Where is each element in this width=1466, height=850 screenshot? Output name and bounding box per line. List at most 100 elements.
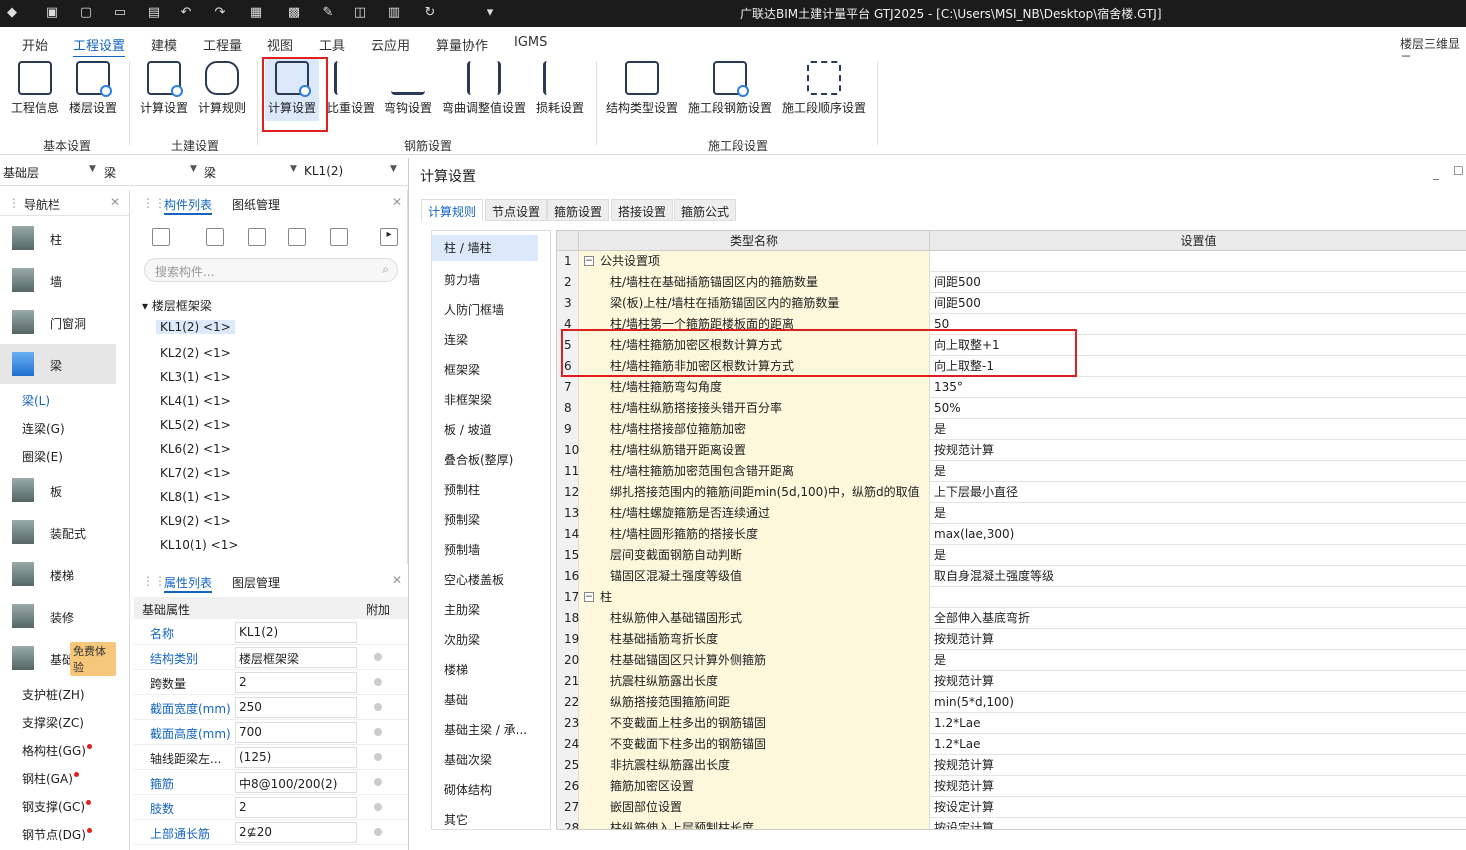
delete-icon[interactable] xyxy=(248,228,266,246)
bend-adjust-button[interactable]: 弯曲调整值设置 xyxy=(441,59,527,121)
table-row[interactable]: 1 公共设置项 − xyxy=(557,251,1466,272)
category-item[interactable]: 人防门框墙 xyxy=(444,301,504,318)
tree-item[interactable]: KL5(2) <1> xyxy=(160,418,231,432)
property-value[interactable]: 中8@100/200(2) xyxy=(235,772,357,793)
category-item[interactable]: 楼梯 xyxy=(444,661,468,678)
category-item[interactable]: 预制墙 xyxy=(444,541,480,558)
nav-decoration[interactable]: 装修 xyxy=(0,596,116,636)
row-value[interactable] xyxy=(930,587,1466,608)
attach-radio[interactable] xyxy=(374,678,382,686)
table-row[interactable]: 17 柱 − xyxy=(557,587,1466,608)
free-trial-badge[interactable]: 免费体验 xyxy=(70,642,116,676)
table-row[interactable]: 2 柱/墙柱在基础插筋锚固区内的箍筋数量 间距500 xyxy=(557,272,1466,293)
loss-settings-button[interactable]: 损耗设置 xyxy=(534,59,586,121)
attach-radio[interactable] xyxy=(374,703,382,711)
tab-stirrup-formula[interactable]: 箍筋公式 xyxy=(674,199,737,221)
type-select[interactable]: 梁 ▼ xyxy=(104,164,200,181)
open-icon[interactable]: ▭ xyxy=(112,5,128,21)
app-logo-icon[interactable]: ◆ xyxy=(4,5,20,21)
property-value[interactable]: 250 xyxy=(235,697,357,718)
row-value[interactable]: 全部伸入基底弯折 xyxy=(930,608,1466,629)
floor-select[interactable]: 基础层 ▼ xyxy=(3,164,99,181)
nav-sub-ga[interactable]: 钢柱(GA) xyxy=(22,770,79,787)
subtype-select[interactable]: 梁 ▼ xyxy=(204,164,300,181)
row-value[interactable]: 按设定计算 xyxy=(930,797,1466,818)
menu-igms[interactable]: IGMS xyxy=(514,35,547,50)
tree-group[interactable]: ▾ 楼层框架梁 xyxy=(142,297,212,314)
attach-radio[interactable] xyxy=(374,728,382,736)
hook-settings-button[interactable]: 弯钩设置 xyxy=(383,59,433,121)
minimize-icon[interactable]: _ xyxy=(1433,166,1439,180)
nav-column[interactable]: 柱 xyxy=(0,218,116,258)
nav-wall[interactable]: 墙 xyxy=(0,260,116,300)
edit-icon[interactable]: ✎ xyxy=(320,5,336,21)
collapse-toggle-icon[interactable]: − xyxy=(584,592,594,602)
more-icon[interactable]: ▾ xyxy=(482,5,498,21)
menu-collab[interactable]: 算量协作 xyxy=(436,35,488,54)
table-row[interactable]: 25 非抗震柱纵筋露出长度 按规范计算 xyxy=(557,755,1466,776)
category-item[interactable]: 砌体结构 xyxy=(444,781,492,798)
menu-modeling[interactable]: 建模 xyxy=(151,35,177,54)
close-icon[interactable]: ✕ xyxy=(392,195,402,209)
section-rebar-button[interactable]: 施工段钢筋设置 xyxy=(686,59,774,121)
weight-settings-button[interactable]: 比重设置 xyxy=(327,59,375,121)
row-value[interactable]: 按规范计算 xyxy=(930,776,1466,797)
grid-icon[interactable]: ▦ xyxy=(248,5,264,21)
component-select[interactable]: KL1(2) ▼ xyxy=(304,164,400,178)
row-value[interactable]: 1.2*Lae xyxy=(930,713,1466,734)
nav-stairs[interactable]: 楼梯 xyxy=(0,554,116,594)
row-value[interactable]: 按规范计算 xyxy=(930,755,1466,776)
new-icon[interactable]: ▢ xyxy=(78,5,94,21)
tab-drawing-manage[interactable]: 图纸管理 xyxy=(232,196,280,213)
row-value[interactable]: 是 xyxy=(930,461,1466,482)
category-item[interactable]: 基础主梁 / 承... xyxy=(444,721,527,738)
close-icon[interactable]: ✕ xyxy=(392,573,402,587)
table-row[interactable]: 9 柱/墙柱搭接部位箍筋加密是 xyxy=(557,419,1466,440)
layer-copy-icon[interactable] xyxy=(330,228,348,246)
nav-slab[interactable]: 板 xyxy=(0,470,116,510)
tree-item[interactable]: KL3(1) <1> xyxy=(160,370,231,384)
tab-node-settings[interactable]: 节点设置 xyxy=(485,199,548,221)
row-value[interactable]: 是 xyxy=(930,650,1466,671)
row-value[interactable]: 取自身混凝土强度等级 xyxy=(930,566,1466,587)
nav-beam[interactable]: 梁 xyxy=(0,344,116,384)
table-icon[interactable]: ▩ xyxy=(286,5,302,21)
tab-stirrup-settings[interactable]: 箍筋设置 xyxy=(547,199,610,221)
nav-sub-gc[interactable]: 钢支撑(GC) xyxy=(22,798,92,815)
table-row[interactable]: 24 不变截面下柱多出的钢筋锚固 1.2*Lae xyxy=(557,734,1466,755)
property-value[interactable]: 2 xyxy=(235,672,357,693)
category-item[interactable]: 基础次梁 xyxy=(444,751,492,768)
tab-lap-settings[interactable]: 搭接设置 xyxy=(611,199,674,221)
row-value[interactable]: 间距500 xyxy=(930,272,1466,293)
category-item[interactable]: 剪力墙 xyxy=(444,271,480,288)
tree-item[interactable]: KL7(2) <1> xyxy=(160,466,231,480)
copy-icon[interactable] xyxy=(206,228,224,246)
property-value[interactable]: 2 xyxy=(235,797,357,818)
property-value[interactable]: 2⊈20 xyxy=(235,822,357,843)
category-item[interactable]: 空心楼盖板 xyxy=(444,571,504,588)
expand-icon[interactable]: ▸ xyxy=(380,228,398,246)
attach-radio[interactable] xyxy=(374,753,382,761)
category-item[interactable]: 框架梁 xyxy=(444,361,480,378)
table-row[interactable]: 19 柱基础插筋弯折长度 按规范计算 xyxy=(557,629,1466,650)
table-row[interactable]: 22 纵筋搭接范围箍筋间距 min(5*d,100) xyxy=(557,692,1466,713)
project-info-button[interactable]: 工程信息 xyxy=(8,59,62,121)
row-value[interactable]: 是 xyxy=(930,419,1466,440)
nav-foundation[interactable]: 基础 免费体验 xyxy=(0,638,116,678)
property-value[interactable]: (125) xyxy=(235,747,357,768)
nav-openings[interactable]: 门窗洞 xyxy=(0,302,116,342)
nav-prefab[interactable]: 装配式 xyxy=(0,512,116,552)
row-value[interactable]: 上下层最小直径 xyxy=(930,482,1466,503)
property-value[interactable]: KL1(2) xyxy=(235,622,357,643)
tree-item[interactable]: KL9(2) <1> xyxy=(160,514,231,528)
category-item[interactable]: 预制柱 xyxy=(444,481,480,498)
tab-property-list[interactable]: 属性列表 xyxy=(164,574,213,593)
table-row[interactable]: 3 梁(板)上柱/墙柱在插筋锚固区内的箍筋数量 间距500 xyxy=(557,293,1466,314)
table-row[interactable]: 27 嵌固部位设置 按设定计算 xyxy=(557,797,1466,818)
search-input[interactable]: 搜索构件... ⌕ xyxy=(144,258,398,282)
menu-quantity[interactable]: 工程量 xyxy=(203,35,242,54)
tab-layer-manage[interactable]: 图层管理 xyxy=(232,574,280,591)
maximize-icon[interactable]: ☐ xyxy=(1453,164,1464,178)
nav-sub-zh[interactable]: 支护桩(ZH) xyxy=(22,686,85,703)
table-row[interactable]: 18 柱纵筋伸入基础锚固形式 全部伸入基底弯折 xyxy=(557,608,1466,629)
